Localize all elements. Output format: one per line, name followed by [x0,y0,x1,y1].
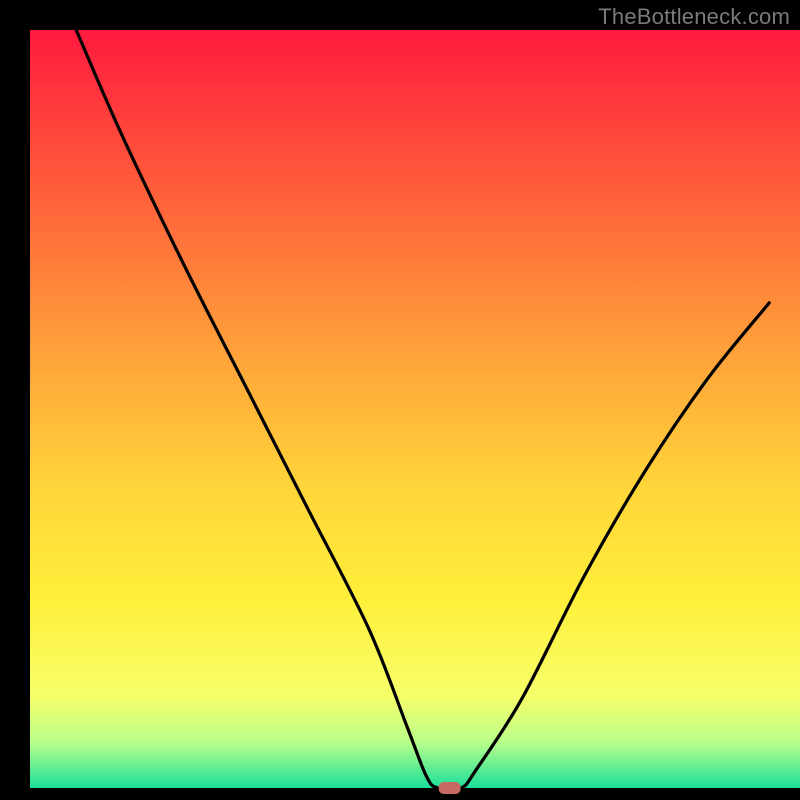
chart-frame: { "watermark": "TheBottleneck.com", "cha… [0,0,800,800]
watermark-text: TheBottleneck.com [598,4,790,30]
bottleneck-marker [439,782,461,794]
bottleneck-chart [0,0,800,800]
